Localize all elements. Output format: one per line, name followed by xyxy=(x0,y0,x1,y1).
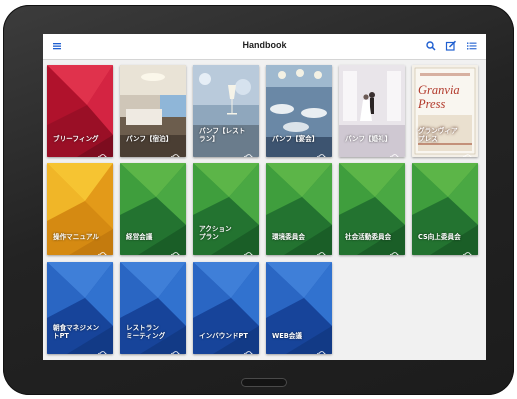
tile-label: パンフ【レスト ラン】 xyxy=(199,127,246,143)
cloud-icon[interactable] xyxy=(316,146,327,157)
handbook-tile[interactable]: ブリーフィング xyxy=(47,65,113,157)
handbook-tile[interactable]: レストラン ミーティング xyxy=(120,262,186,354)
cloud-icon[interactable] xyxy=(97,244,108,255)
tile-label: パンフ【婚礼】 xyxy=(345,135,392,143)
tile-label: インバウンドPT xyxy=(199,332,248,340)
tile-label: パンフ【宿泊】 xyxy=(126,135,173,143)
tile-label: パンフ【宴会】 xyxy=(272,135,319,143)
home-button[interactable] xyxy=(241,378,287,387)
tile-label: 操作マニュアル xyxy=(53,233,99,241)
tile-label: ブリーフィング xyxy=(53,135,99,143)
tile-label: CS向上委員会 xyxy=(418,233,461,241)
cloud-icon[interactable] xyxy=(243,244,254,255)
handbook-tile[interactable]: パンフ【宿泊】 xyxy=(120,65,186,157)
handbook-tile[interactable]: CS向上委員会 xyxy=(412,163,478,255)
tile-label: 環境委員会 xyxy=(272,233,305,241)
cloud-icon[interactable] xyxy=(243,146,254,157)
handbook-tile[interactable]: 環境委員会 xyxy=(266,163,332,255)
cloud-icon[interactable] xyxy=(462,146,473,157)
list-icon[interactable] xyxy=(466,40,478,52)
handbook-tile[interactable]: WEB会議 xyxy=(266,262,332,354)
edit-icon[interactable] xyxy=(445,40,457,52)
tile-label: 朝食マネジメン トPT xyxy=(53,324,100,340)
page-title: Handbook xyxy=(242,40,287,50)
cloud-icon[interactable] xyxy=(389,146,400,157)
cloud-icon[interactable] xyxy=(170,146,181,157)
tile-label: レストラン ミーティング xyxy=(126,324,166,340)
cloud-icon[interactable] xyxy=(170,343,181,354)
app-screen: Handbook ブリーフィング パンフ【宿泊】 パンフ【レスト ラン】パンフ【宴会… xyxy=(43,34,486,360)
cloud-icon[interactable] xyxy=(316,244,327,255)
handbook-tile[interactable]: インバウンドPT xyxy=(193,262,259,354)
cloud-icon[interactable] xyxy=(389,244,400,255)
tile-label: グランヴィア プレス xyxy=(418,127,458,143)
top-bar: Handbook xyxy=(43,34,486,60)
tile-label: 社会活動委員会 xyxy=(345,233,392,241)
tile-label: 経営会議 xyxy=(126,233,153,241)
handbook-tile[interactable]: アクション プラン xyxy=(193,163,259,255)
cloud-icon[interactable] xyxy=(97,146,108,157)
cover-title: Granvia Press xyxy=(418,83,460,111)
handbook-tile[interactable]: 操作マニュアル xyxy=(47,163,113,255)
cloud-icon[interactable] xyxy=(316,343,327,354)
search-icon[interactable] xyxy=(425,40,437,52)
cloud-icon[interactable] xyxy=(462,244,473,255)
handbook-tile[interactable]: 社会活動委員会 xyxy=(339,163,405,255)
tile-label: アクション プラン xyxy=(199,225,232,241)
cloud-icon[interactable] xyxy=(243,343,254,354)
handbook-tile[interactable]: パンフ【婚礼】 xyxy=(339,65,405,157)
tile-label: WEB会議 xyxy=(272,332,302,340)
handbook-tile[interactable]: パンフ【宴会】 xyxy=(266,65,332,157)
handbook-tile[interactable]: 朝食マネジメン トPT xyxy=(47,262,113,354)
handbook-tile[interactable]: Granvia Press グランヴィア プレス xyxy=(412,65,478,157)
cloud-icon[interactable] xyxy=(170,244,181,255)
handbook-tile[interactable]: 経営会議 xyxy=(120,163,186,255)
cloud-icon[interactable] xyxy=(97,343,108,354)
handbook-tile[interactable]: パンフ【レスト ラン】 xyxy=(193,65,259,157)
